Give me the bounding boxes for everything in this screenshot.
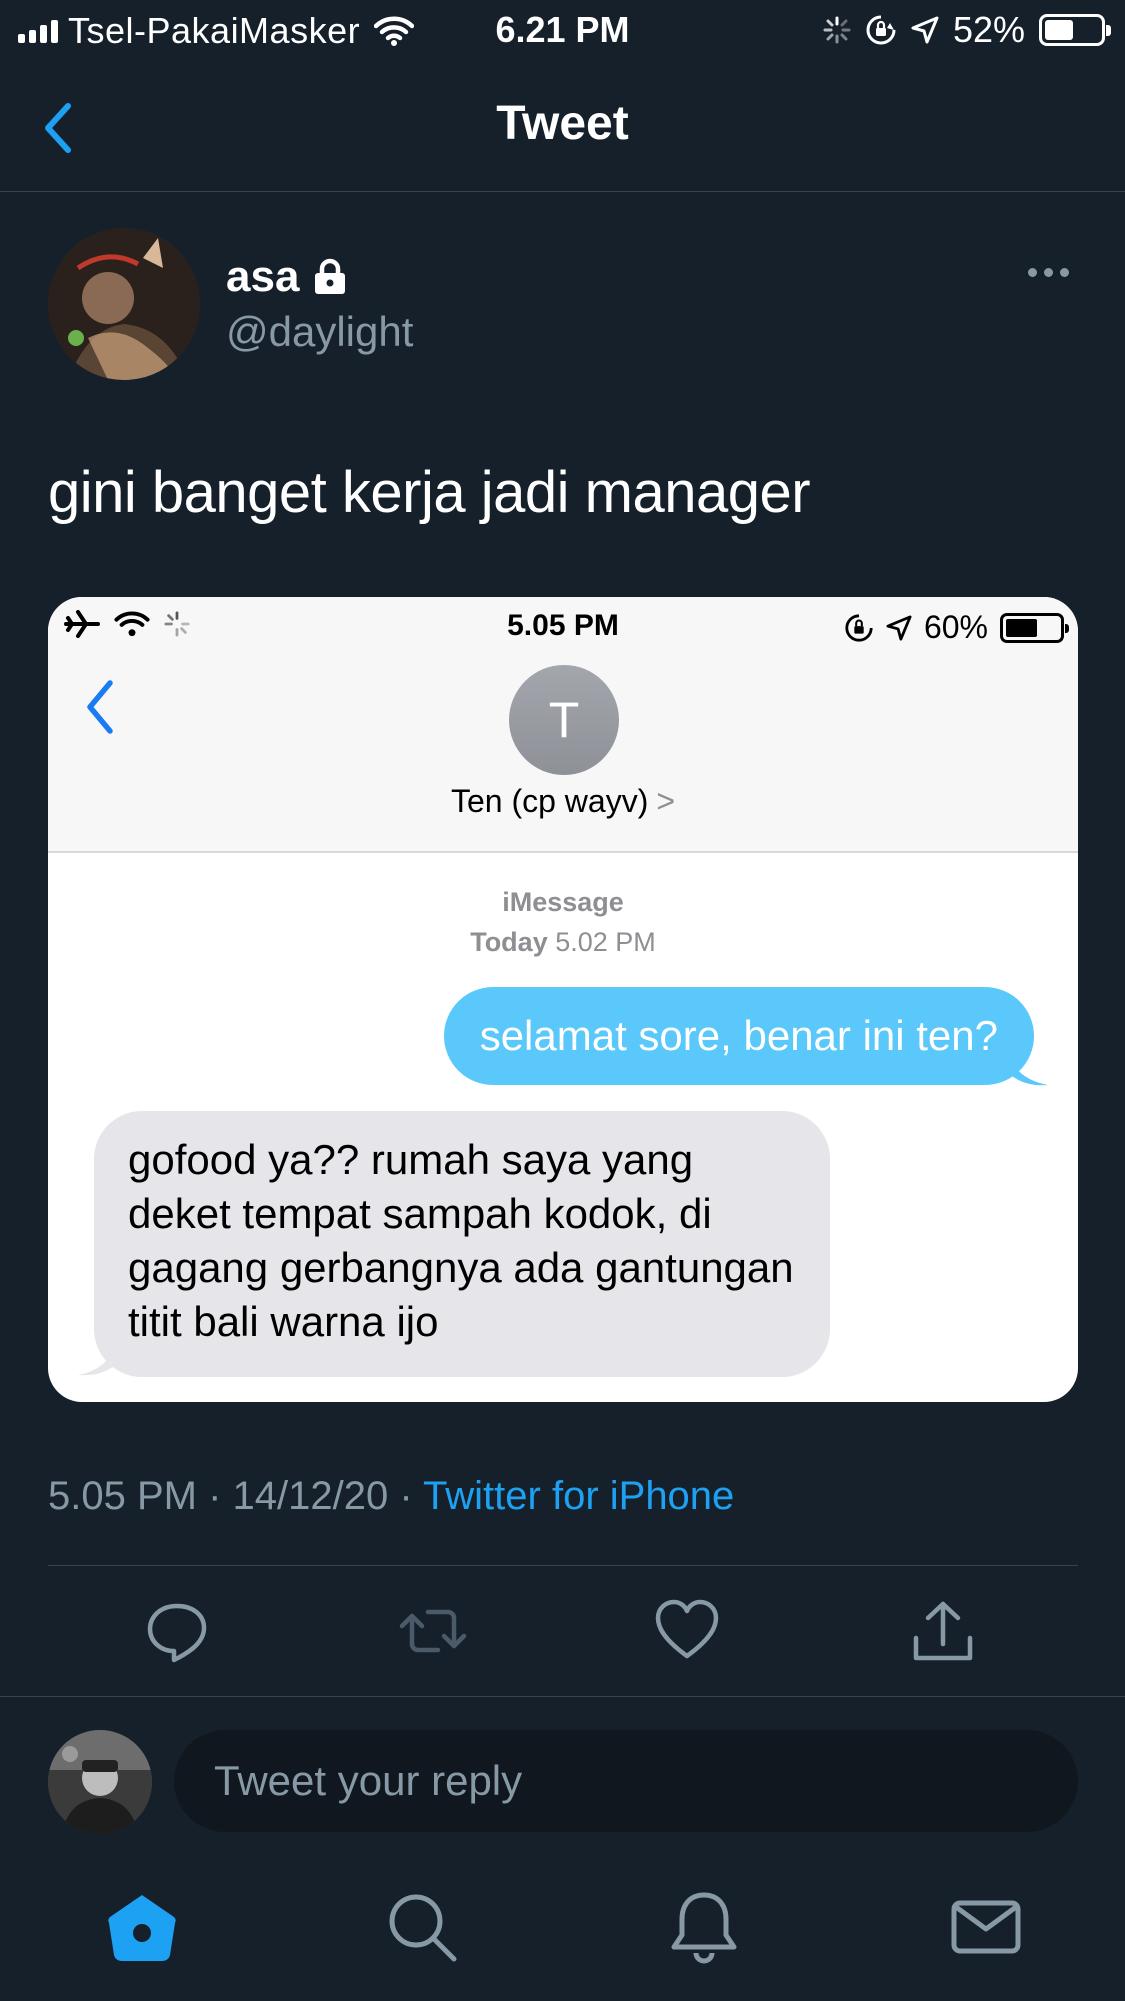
user-avatar[interactable] (48, 1730, 152, 1834)
back-icon (87, 680, 113, 734)
battery-icon (1039, 14, 1111, 46)
mail-icon[interactable] (946, 1887, 1026, 1967)
message-date-time: 5.02 PM (555, 927, 656, 957)
tweet-source-link[interactable]: Twitter for iPhone (423, 1474, 734, 1518)
author-avatar[interactable] (48, 228, 200, 380)
avatar-image (48, 228, 200, 380)
chevron-right-icon: > (656, 783, 676, 819)
service-label: iMessage (502, 887, 624, 917)
author-handle[interactable]: @daylight (226, 308, 413, 356)
activity-spinner-icon (823, 16, 851, 44)
tweet-text: gini banget kerja jadi manager (48, 460, 811, 525)
location-icon (886, 614, 912, 641)
heart-icon[interactable] (652, 1596, 722, 1666)
location-icon (911, 16, 939, 44)
contact-name: Ten (cp wayv) > (48, 783, 1078, 820)
rotation-lock-icon (866, 15, 896, 45)
tweet-meta: 5.05 PM · 14/12/20 · Twitter for iPhone (48, 1474, 734, 1519)
status-right: 52% (823, 9, 1111, 51)
rotation-lock-icon (845, 613, 873, 642)
bell-icon[interactable] (664, 1887, 744, 1967)
author-name[interactable]: asa (226, 252, 349, 302)
media-battery-percent: 60% (923, 609, 988, 645)
contact-name-text: Ten (cp wayv) (450, 783, 649, 819)
battery-percent: 52% (952, 9, 1025, 50)
retweet-icon[interactable] (398, 1596, 468, 1666)
battery-icon (1000, 612, 1069, 643)
author-name-text: asa (226, 252, 300, 301)
contact-avatar: T (509, 665, 619, 775)
status-bar: Tsel-PakaiMasker 6.21 PM 52% (0, 0, 1125, 62)
media-status-right: 60% (844, 609, 1069, 646)
outgoing-message-bubble: selamat sore, benar ini ten? (443, 987, 1034, 1085)
share-icon[interactable] (908, 1596, 978, 1666)
message-date-day: Today (470, 927, 548, 957)
incoming-message-bubble: gofood ya?? rumah saya yang deket tempat… (94, 1111, 830, 1377)
avatar-image (48, 1730, 152, 1834)
tab-bar (0, 1860, 1125, 2001)
tweet-timestamp: 5.05 PM · 14/12/20 · (48, 1474, 424, 1518)
tweet-actions (0, 1566, 1125, 1696)
messages-header: 5.05 PM 60% T Ten (cp wayv) > (48, 597, 1078, 853)
battery-level (1045, 20, 1073, 40)
divider (0, 1696, 1125, 1697)
tweet-media-image[interactable]: 5.05 PM 60% T Ten (cp wayv) > iMessage T… (48, 597, 1078, 1402)
search-icon[interactable] (382, 1887, 462, 1967)
media-status-bar: 5.05 PM 60% (48, 597, 1078, 657)
more-options-icon[interactable] (1028, 268, 1069, 277)
incoming-bubble-tail (78, 1339, 118, 1376)
reply-input[interactable] (174, 1730, 1078, 1832)
page-title: Tweet (496, 97, 629, 150)
lock-icon (315, 258, 346, 294)
message-date: Today 5.02 PM (48, 927, 1078, 958)
header: Tweet (0, 62, 1125, 192)
home-icon[interactable] (102, 1887, 182, 1967)
reply-icon[interactable] (142, 1596, 212, 1666)
outgoing-bubble-tail (1008, 1053, 1048, 1086)
media-battery-level (1006, 618, 1037, 637)
